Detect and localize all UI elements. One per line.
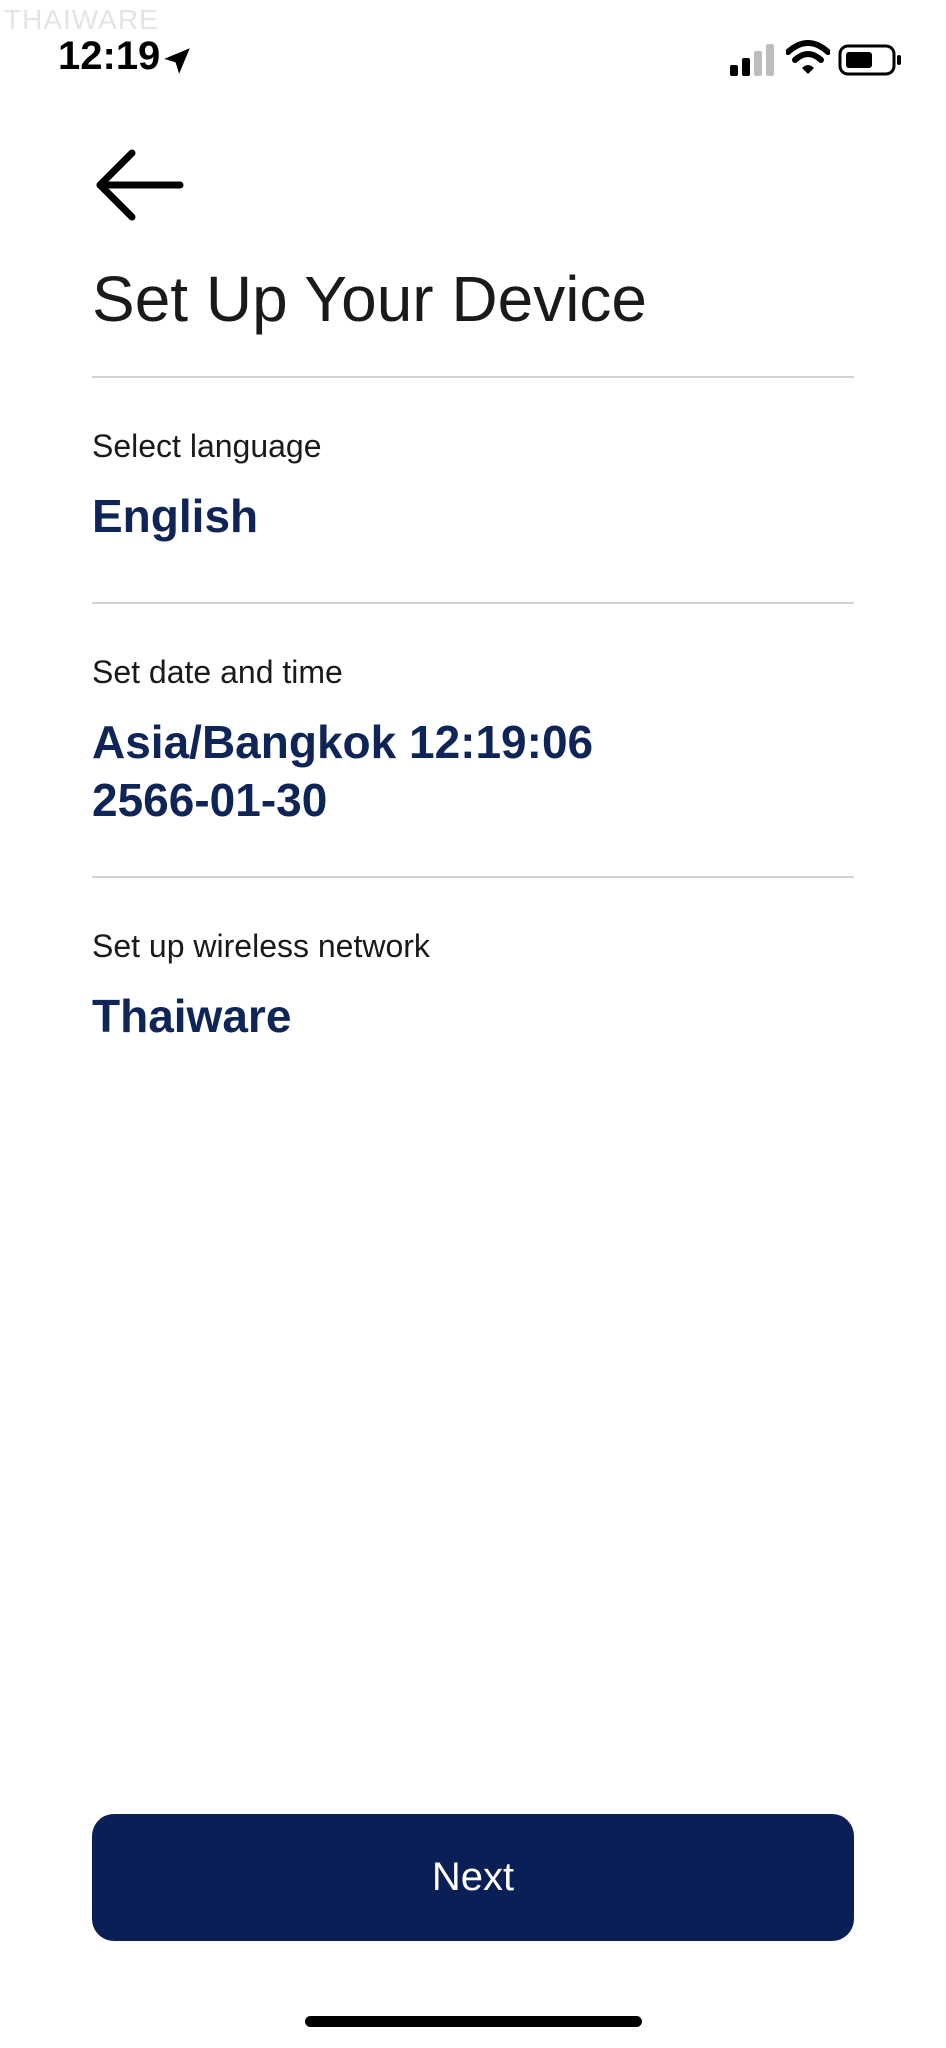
date-value: 2566-01-30 — [92, 774, 328, 826]
status-time: 12:19 — [58, 34, 161, 78]
wireless-network-label: Set up wireless network — [92, 928, 430, 964]
arrow-left-icon — [96, 149, 184, 221]
wireless-network-setting[interactable]: Set up wireless network Thaiware — [92, 928, 854, 1045]
wireless-network-value: Thaiware — [92, 990, 292, 1042]
next-button[interactable]: Next — [92, 1814, 854, 1941]
language-label: Select language — [92, 428, 322, 464]
timezone-time-value: Asia/Bangkok 12:19:06 — [92, 716, 594, 768]
back-button[interactable] — [92, 145, 188, 225]
cellular-signal-icon — [730, 44, 774, 76]
divider — [92, 602, 854, 604]
divider — [92, 876, 854, 878]
battery-icon — [838, 44, 901, 76]
divider — [92, 376, 854, 378]
status-bar: 12:19 — [0, 0, 946, 110]
language-setting[interactable]: Select language English — [92, 428, 854, 545]
date-time-setting[interactable]: Set date and time Asia/Bangkok 12:19:06 … — [92, 654, 854, 829]
date-time-label: Set date and time — [92, 654, 343, 690]
home-indicator[interactable] — [305, 2016, 642, 2027]
location-arrow-icon — [164, 48, 190, 74]
page-title: Set Up Your Device — [92, 263, 647, 335]
wifi-icon — [786, 40, 830, 74]
language-value: English — [92, 490, 259, 542]
